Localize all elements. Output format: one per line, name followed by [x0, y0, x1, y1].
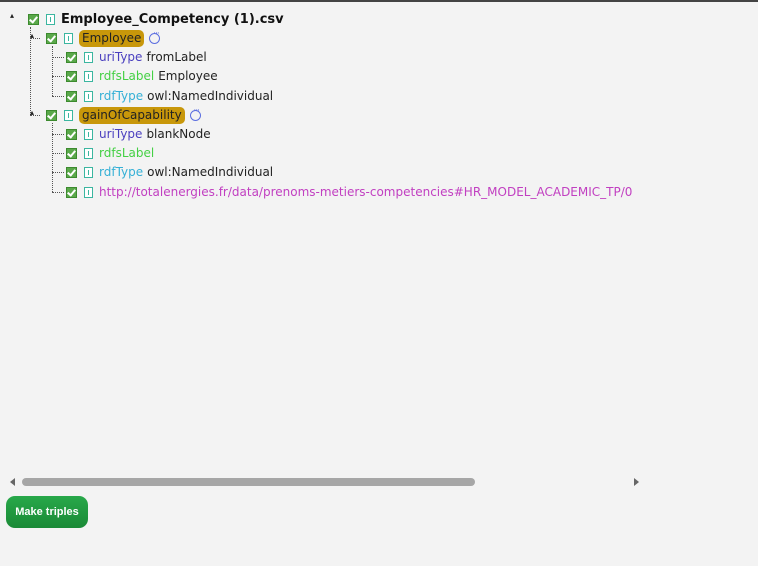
checkbox[interactable]: [66, 70, 77, 82]
make-triples-button[interactable]: Make triples: [6, 496, 88, 528]
uri-link[interactable]: http://totalenergies.fr/data/prenoms-met…: [99, 185, 632, 199]
tree-connector: [52, 57, 64, 58]
property-value: owl:NamedIndividual: [147, 165, 274, 179]
collapse-toggle-icon[interactable]: ▴: [30, 109, 34, 117]
checkbox[interactable]: [46, 109, 57, 121]
tree-connector: [52, 192, 64, 193]
checkbox[interactable]: [66, 90, 77, 102]
tree-connector: [52, 153, 64, 154]
checkbox[interactable]: [66, 51, 77, 63]
tree-node-gainofcapability[interactable]: gainOfCapability: [46, 106, 202, 124]
file-icon: [46, 13, 55, 25]
file-icon: [64, 32, 73, 44]
tree-leaf[interactable]: rdfType owl:NamedIndividual: [66, 163, 273, 181]
collapse-toggle-icon[interactable]: ▴: [10, 12, 14, 20]
file-icon: [84, 90, 93, 102]
property-key: rdfsLabel: [99, 69, 155, 83]
scrollbar-thumb[interactable]: [22, 478, 475, 486]
file-icon: [84, 147, 93, 159]
property-value: Employee: [158, 69, 218, 83]
property-value: fromLabel: [146, 50, 207, 64]
tree-leaf[interactable]: rdfsLabel Employee: [66, 67, 218, 85]
checkbox[interactable]: [66, 147, 77, 159]
tree-leaf[interactable]: uriType blankNode: [66, 125, 211, 143]
property-key: rdfType: [99, 89, 144, 103]
scroll-right-icon[interactable]: [634, 478, 639, 486]
checkbox[interactable]: [28, 13, 39, 25]
tree-view: ▴ ▴ ▴ Employee_Competency (1).csv Employ…: [0, 0, 645, 470]
file-icon: [84, 51, 93, 63]
node-label[interactable]: Employee: [79, 29, 145, 47]
tree-leaf[interactable]: rdfType owl:NamedIndividual: [66, 87, 273, 105]
more-options-icon[interactable]: [149, 29, 161, 44]
checkbox[interactable]: [66, 186, 77, 198]
checkbox[interactable]: [66, 166, 77, 178]
file-icon: [84, 186, 93, 198]
property-value: blankNode: [146, 127, 211, 141]
tree-connector: [52, 172, 64, 173]
property-key: uriType: [99, 127, 143, 141]
checkbox[interactable]: [66, 128, 77, 140]
tree-leaf[interactable]: uriType fromLabel: [66, 48, 207, 66]
horizontal-scrollbar[interactable]: [6, 475, 642, 489]
tree-connector: [52, 134, 64, 135]
scroll-left-icon[interactable]: [10, 478, 15, 486]
file-icon: [84, 166, 93, 178]
property-key: uriType: [99, 50, 143, 64]
tree-connector: [52, 76, 64, 77]
tree-connector: [52, 46, 53, 96]
tree-connector: [52, 96, 64, 97]
collapse-toggle-icon[interactable]: ▴: [30, 32, 34, 40]
tree-root[interactable]: Employee_Competency (1).csv: [28, 10, 284, 28]
property-key: rdfsLabel: [99, 146, 155, 160]
tree-connector: [30, 27, 31, 115]
property-value: owl:NamedIndividual: [147, 89, 274, 103]
file-icon: [84, 128, 93, 140]
node-label[interactable]: gainOfCapability: [79, 106, 185, 124]
file-icon: [64, 109, 73, 121]
property-key: rdfType: [99, 165, 144, 179]
tree-node-employee[interactable]: Employee: [46, 29, 161, 47]
root-label: Employee_Competency (1).csv: [61, 11, 284, 27]
more-options-icon[interactable]: [189, 106, 202, 121]
tree-leaf[interactable]: http://totalenergies.fr/data/prenoms-met…: [66, 183, 632, 201]
checkbox[interactable]: [46, 32, 57, 44]
file-icon: [84, 70, 93, 82]
tree-leaf[interactable]: rdfsLabel: [66, 144, 158, 162]
